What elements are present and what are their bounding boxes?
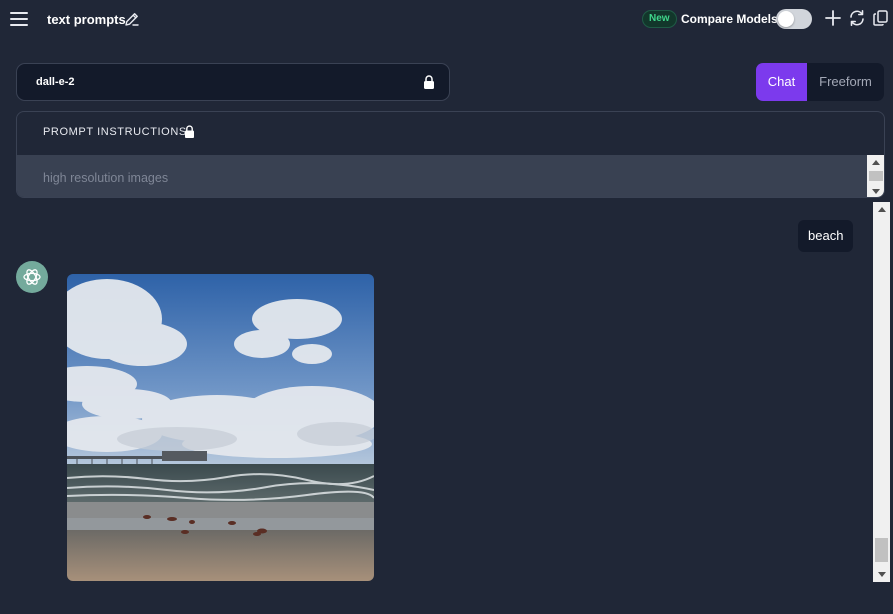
page-title: text prompts: [47, 12, 126, 27]
new-badge: New: [642, 10, 677, 28]
openai-logo-icon: [23, 269, 41, 285]
scroll-down-icon[interactable]: [872, 189, 880, 194]
lock-icon: [185, 125, 194, 138]
scrollbar-thumb[interactable]: [869, 171, 883, 181]
model-select[interactable]: dall-e-2: [16, 63, 450, 101]
scroll-down-icon[interactable]: [878, 572, 886, 577]
copy-icon[interactable]: [872, 9, 890, 27]
lock-icon: [424, 75, 434, 89]
prompt-scrollbar[interactable]: [867, 155, 884, 197]
compare-models-label: Compare Models: [681, 12, 778, 26]
user-message: beach: [798, 220, 854, 252]
tab-freeform[interactable]: Freeform: [807, 63, 884, 101]
scroll-up-icon[interactable]: [878, 207, 886, 212]
chat-area: ··· ·· · beach: [0, 196, 893, 614]
plus-icon[interactable]: [824, 9, 842, 27]
generated-beach-image[interactable]: [67, 274, 374, 581]
edit-title-icon[interactable]: [124, 11, 140, 27]
tab-chat[interactable]: Chat: [756, 63, 807, 101]
prompt-instructions-header: PROMPT INSTRUCTIONS: [43, 126, 187, 138]
prompt-instructions-text: high resolution images: [43, 171, 169, 185]
mode-tabs: Chat Freeform: [756, 63, 884, 101]
scroll-up-icon[interactable]: [872, 160, 880, 165]
scrollbar-thumb[interactable]: [875, 538, 888, 562]
toggle-knob: [778, 11, 794, 27]
prompt-instructions-textarea[interactable]: high resolution images: [17, 155, 867, 197]
top-bar: text prompts New Compare Models: [0, 0, 893, 40]
refresh-icon[interactable]: [848, 9, 866, 27]
prompt-instructions-panel: PROMPT INSTRUCTIONS high resolution imag…: [16, 111, 885, 198]
chat-scrollbar[interactable]: [873, 202, 890, 582]
assistant-avatar: [16, 261, 48, 293]
menu-icon[interactable]: [10, 12, 28, 26]
compare-models-toggle[interactable]: [776, 9, 812, 29]
model-select-value: dall-e-2: [36, 76, 75, 88]
